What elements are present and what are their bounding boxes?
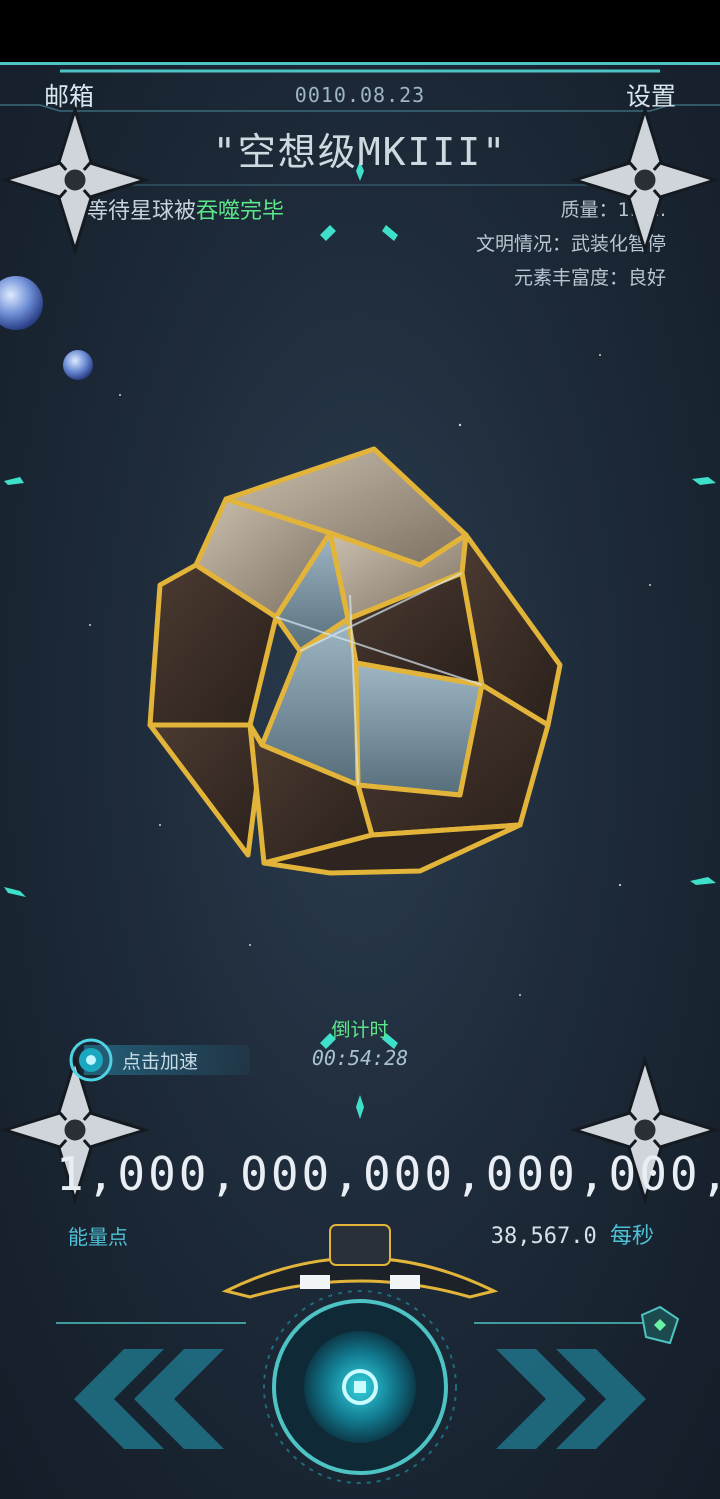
energy-label: 能量点 [68, 1225, 128, 1249]
turret-icon [570, 105, 720, 255]
energy-rate-value: 38,567.0 [490, 1224, 597, 1249]
planet-element-abundance: 元素丰富度：良好 [513, 267, 666, 289]
center-action-icon[interactable] [260, 1287, 460, 1487]
game-screen: 邮箱 设置 0010.08.23 "空想级MKIII" 等待星球被吞噬完毕 质量… [0, 62, 720, 1499]
next-chevrons-icon[interactable] [496, 1339, 656, 1459]
game-date: 0010.08.23 [294, 83, 426, 107]
boost-icon [69, 1038, 113, 1082]
status-highlight: 吞噬完毕 [196, 199, 285, 224]
map-cube-icon[interactable] [640, 1305, 680, 1345]
previous-chevrons-icon[interactable] [64, 1339, 224, 1459]
energy-rate: 38,567.0 每秒 [491, 1218, 654, 1250]
planet [147, 446, 563, 876]
boost-button[interactable]: 点击加速 [64, 1035, 250, 1082]
turret-icon [0, 105, 150, 255]
boost-label: 点击加速 [122, 1051, 199, 1073]
energy-rate-unit: 每秒 [609, 1224, 654, 1249]
energy-value: 1,000,000,000,000,000,000,000 [56, 1147, 720, 1201]
